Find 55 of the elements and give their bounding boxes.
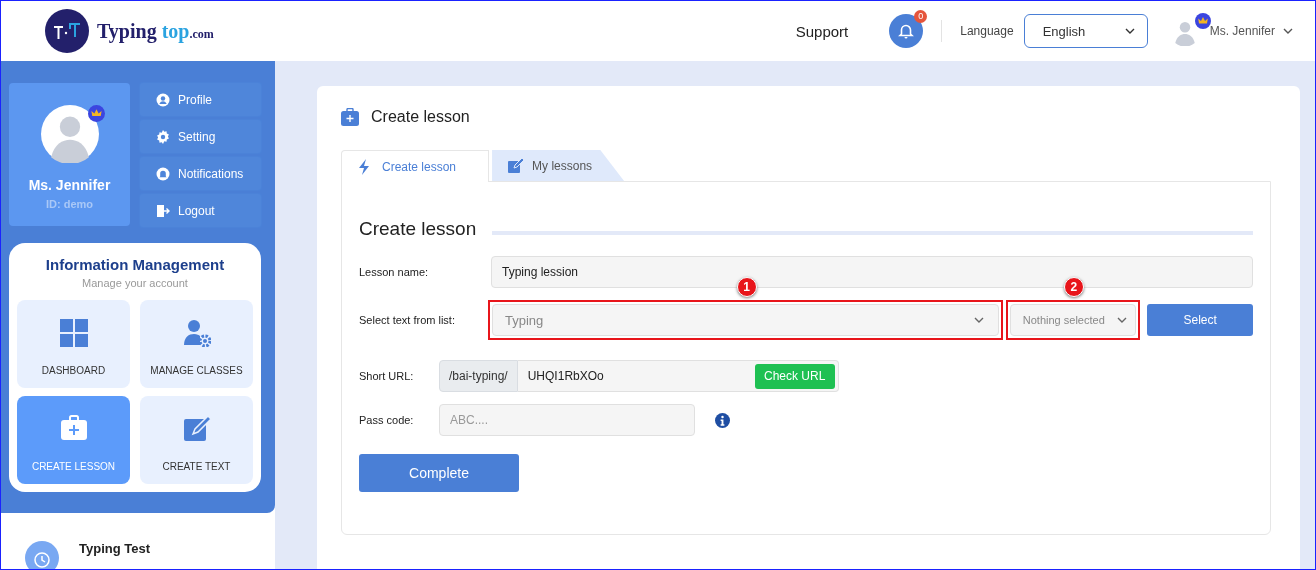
typing-test-title[interactable]: Typing Test [79,541,151,556]
check-url-button[interactable]: Check URL [754,363,835,389]
crown-badge-icon [87,105,105,122]
complete-button[interactable]: Complete [359,454,519,492]
field-label: Select text from list: [359,314,456,326]
info-title: Information Management [44,256,226,273]
support-link[interactable]: Support [795,22,849,40]
filter-select[interactable]: Nothing selected [1009,304,1136,336]
setting-icon [156,129,170,144]
crown-badge-icon [1194,13,1211,29]
caret-icon [1124,28,1135,34]
info-subtitle: Manage your account [81,277,189,289]
profile-avatar [40,105,99,163]
grid-icon [59,318,88,347]
tab[interactable]: Create lesson [341,150,490,182]
logo-wordmark: Typing top.com [97,19,214,43]
url-prefix: /bai-typing/ [439,360,518,392]
field-label: Pass code: [359,414,415,426]
kit-plus-icon [59,414,88,443]
card-title: Create lesson [371,108,470,126]
language-label: Language [960,24,1014,38]
notifications-icon [156,166,170,181]
info-icon [715,412,730,428]
dashboard-tile[interactable]: DASHBOARD [17,300,130,388]
edit-icon [508,157,525,174]
field-label: Short URL: [359,370,415,382]
user-gear-icon [182,318,211,347]
sidebar-menu-item[interactable]: Profile [140,83,261,116]
dashboard-tile[interactable]: MANAGE CLASSES [140,300,253,388]
user-menu[interactable]: Ms. Jennifer [1209,24,1293,38]
sidebar-menu-item[interactable]: Setting [140,120,261,153]
dashboard-tile[interactable]: CREATE TEXT [140,396,253,484]
dashboard-tile[interactable]: CREATE LESSON [17,396,130,484]
text-select[interactable]: Typing [492,304,999,336]
caret-icon [1283,28,1293,34]
pass-code-field[interactable]: ABC.... [439,404,695,436]
field-label: Lesson name: [359,266,430,278]
edit-icon [182,414,211,443]
select-button[interactable]: Select [1147,304,1253,336]
profile-name: Ms. Jennifer [28,177,111,193]
profile-id: ID: demo [45,198,94,210]
caret-icon [1116,317,1127,323]
notification-count: 0 [914,10,928,23]
sidebar-menu-item[interactable]: Notifications [140,157,261,190]
kit-plus-icon [341,108,359,126]
logout-icon [156,203,170,218]
sidebar-menu-item[interactable]: Logout [140,194,261,227]
short-url-field[interactable]: UHQI1RbXOo Check URL [517,360,839,392]
tab[interactable]: My lessons [492,150,625,181]
profile-icon [156,92,170,107]
logo-icon[interactable] [45,9,89,53]
bell-icon [898,23,915,39]
caret-icon [974,317,984,323]
form-heading: Create lesson [359,218,477,240]
language-select[interactable]: English [1023,14,1148,48]
